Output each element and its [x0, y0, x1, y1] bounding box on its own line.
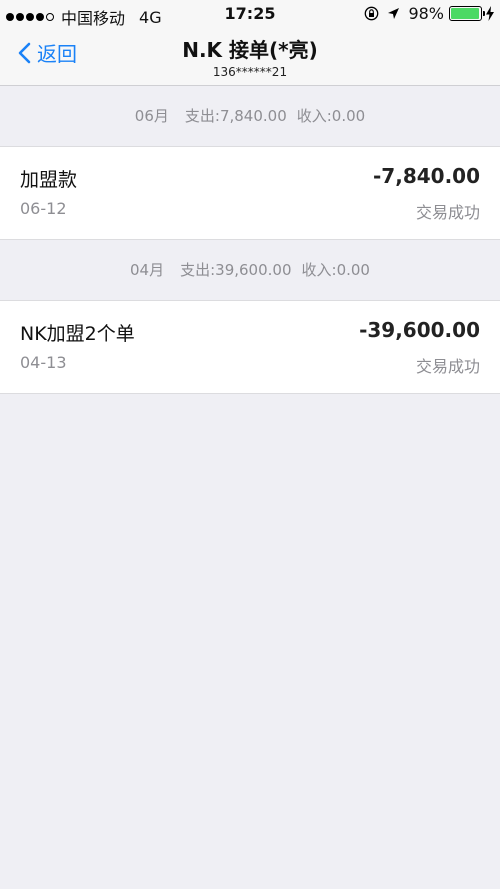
rotation-lock-icon	[364, 6, 379, 21]
month-expense: 支出:7,840.00	[184, 107, 287, 125]
transaction-status: 交易成功	[415, 357, 480, 376]
battery-icon	[449, 6, 485, 21]
location-arrow-icon	[387, 7, 400, 20]
transaction-amount: -39,600.00	[359, 318, 480, 342]
transaction-date: 06-12	[20, 199, 67, 218]
month-expense: 支出:39,600.00	[180, 261, 292, 279]
month-income: 收入:0.00	[301, 261, 370, 279]
month-label: 04月	[130, 261, 165, 279]
transaction-name: NK加盟2个单	[20, 323, 135, 345]
page-title: N.K 接单(*亮)	[182, 38, 318, 62]
page-subtitle: 136******21	[212, 65, 288, 79]
transaction-list: 06月 支出:7,840.00 收入:0.00 加盟款 06-12 -7,840.0…	[0, 86, 500, 394]
status-right: 98%	[364, 4, 494, 23]
battery-fill	[451, 8, 480, 19]
month-header-april: 04月 支出:39,600.00 收入:0.00	[0, 240, 500, 300]
month-label: 06月	[134, 107, 169, 125]
month-header-june: 06月 支出:7,840.00 收入:0.00	[0, 86, 500, 146]
transaction-status: 交易成功	[415, 203, 480, 222]
transaction-date: 04-13	[20, 353, 67, 372]
transaction-amount: -7,840.00	[373, 164, 480, 188]
navigation-bar: 返回 N.K 接单(*亮) 136******21	[0, 28, 500, 86]
charging-icon	[486, 6, 494, 21]
transaction-row[interactable]: 加盟款 06-12 -7,840.00 交易成功	[0, 146, 500, 240]
month-income: 收入:0.00	[296, 107, 366, 125]
status-bar: 中国移动 4G 17:25 98%	[0, 0, 500, 28]
transaction-row[interactable]: NK加盟2个单 04-13 -39,600.00 交易成功	[0, 300, 500, 394]
battery-percent: 98%	[408, 4, 444, 23]
transaction-name: 加盟款	[20, 169, 78, 191]
